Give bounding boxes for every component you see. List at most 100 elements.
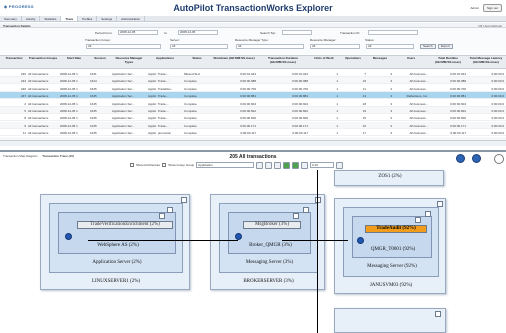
- table-cell: 0:00:00.0: [491, 116, 504, 121]
- table-cell: 8: [24, 116, 26, 121]
- server-partial[interactable]: [334, 308, 446, 333]
- refresh-icon[interactable]: [456, 154, 465, 163]
- status-label: Status:: [365, 38, 375, 42]
- show-architecture-checkbox[interactable]: [130, 163, 134, 167]
- table-cell: 1641: [90, 72, 97, 76]
- zoom-select[interactable]: 0.10: [310, 162, 335, 168]
- table-cell: 3: [390, 101, 392, 106]
- settings-icon[interactable]: [472, 154, 481, 163]
- col-duration[interactable]: Transaction Duration (HH:MM:SS.msec): [258, 56, 308, 64]
- col-users[interactable]: Users: [394, 56, 428, 61]
- table-cell: 0:00:00.604: [450, 101, 466, 106]
- table-cell: 1645: [90, 131, 97, 136]
- save-icon[interactable]: [274, 161, 282, 169]
- connector-line: [317, 170, 318, 333]
- rm-type-select[interactable]: All: [236, 44, 304, 49]
- expand-box[interactable]: [435, 311, 441, 317]
- home-icon[interactable]: [256, 161, 264, 169]
- export-button[interactable]: Export: [438, 44, 453, 49]
- nav-administration[interactable]: Administration: [117, 16, 146, 21]
- expand-box[interactable]: [181, 197, 187, 203]
- nav-activity[interactable]: Activity: [22, 16, 41, 21]
- expand-box[interactable]: [167, 207, 173, 213]
- zoom-icon[interactable]: [494, 154, 504, 164]
- expand-box[interactable]: [415, 217, 421, 223]
- nav-trace[interactable]: Trace: [61, 16, 79, 21]
- search-button[interactable]: Search: [420, 44, 436, 49]
- forward-icon[interactable]: [292, 161, 300, 169]
- col-shutdown[interactable]: Shutdown (HH:MM:SS.msec): [212, 56, 256, 61]
- col-groups[interactable]: Transaction Groups: [28, 56, 58, 61]
- table-cell: All business...: [409, 123, 428, 128]
- table-cell: 1: [336, 116, 338, 121]
- table-row[interactable]: 247 All transactions 2008-12-05 1 1645 Appli…: [0, 92, 506, 100]
- chip-msgbroker[interactable]: MsgBroker (3%): [243, 221, 301, 229]
- server-janus[interactable]: TradeAudit (92%) QMGR_T0001 (92%) Messag…: [334, 198, 446, 294]
- show-group-checkbox[interactable]: [162, 163, 167, 167]
- table-cell: 11: [362, 86, 366, 91]
- app-server-janus[interactable]: TradeAudit (92%) QMGR_T0001 (92%) Messag…: [343, 207, 439, 277]
- table-cell: Applic. Trade-...: [148, 116, 170, 121]
- expand-box[interactable]: [303, 207, 309, 213]
- nav-profiles[interactable]: Profiles: [78, 16, 98, 21]
- table-pager[interactable]: [0, 140, 506, 146]
- link-icon[interactable]: [301, 161, 309, 169]
- table-row[interactable]: 5 All transactions 2008-12-05 1 1645 Applica…: [0, 107, 506, 114]
- expand-box[interactable]: [293, 213, 299, 219]
- col-rm-types[interactable]: Resource Manager Types: [112, 56, 146, 64]
- col-operations[interactable]: Operations: [340, 56, 366, 61]
- expand-box[interactable]: [437, 201, 443, 207]
- layout-icon[interactable]: [265, 161, 273, 169]
- search-top-input[interactable]: [282, 30, 312, 35]
- col-applications[interactable]: Applications: [148, 56, 182, 61]
- group-select[interactable]: All: [86, 44, 161, 49]
- server-select[interactable]: All: [170, 44, 228, 49]
- transaction-id-input[interactable]: [368, 30, 418, 35]
- server-linux1[interactable]: TradeVerificationEnrichment (2%) WebSphe…: [40, 194, 190, 290]
- rm-select[interactable]: All: [310, 44, 360, 49]
- group-by-select[interactable]: Application: [196, 162, 255, 168]
- status-select[interactable]: All: [366, 44, 414, 49]
- col-transaction[interactable]: Transaction: [2, 56, 26, 61]
- table-cell: Complete: [184, 86, 197, 91]
- col-units[interactable]: Units of Work: [310, 56, 338, 61]
- expand-box[interactable]: [159, 213, 165, 219]
- col-messages[interactable]: Messages: [368, 56, 392, 61]
- table-row[interactable]: 2 All transactions 2008-12-05 1 1645 Applica…: [0, 100, 506, 107]
- app-server-broker[interactable]: MsgBroker (3%) Broker_QMGR (3%) Messagin…: [219, 203, 318, 273]
- nav-summary[interactable]: Summary: [0, 16, 22, 21]
- app-node-icon[interactable]: [235, 233, 242, 240]
- table-row[interactable]: 243 All transactions 2008-12-05 1 1644 Appli…: [0, 77, 506, 85]
- app-node-icon[interactable]: [357, 237, 364, 244]
- nav-statistics[interactable]: Statistics: [40, 16, 62, 21]
- period-from-input[interactable]: 2008-12-05: [118, 30, 158, 35]
- app-node-icon[interactable]: [65, 233, 72, 240]
- table-cell: 1: [336, 109, 338, 113]
- table-row[interactable]: 246 All transactions 2008-12-05 1 1645 Appli…: [0, 85, 506, 92]
- signout-button[interactable]: Sign out: [482, 4, 502, 12]
- table-row[interactable]: 240 All transactions 2008-12-05 1 1641 Appli…: [0, 70, 506, 77]
- expand-box[interactable]: [425, 211, 431, 217]
- table-row[interactable]: 9 All transactions 2008-12-05 1 1645 Applica…: [0, 121, 506, 129]
- chip-trade-verification[interactable]: TradeVerificationEnrichment (2%): [77, 221, 173, 229]
- chip-trade-audit[interactable]: TradeAudit (92%): [365, 225, 427, 233]
- transaction-map-canvas[interactable]: ZOS1 (2%) TradeVerificationEnrichment (2…: [0, 170, 506, 333]
- col-total-runtime[interactable]: Total Runtime (HH:MM:SS.msec): [430, 56, 466, 64]
- server-broker[interactable]: MsgBroker (3%) Broker_QMGR (3%) Messagin…: [210, 194, 325, 290]
- period-to-input[interactable]: 2008-12-05: [178, 30, 218, 35]
- col-start-date[interactable]: Start Date: [60, 56, 88, 61]
- nav-settings[interactable]: Settings: [97, 16, 118, 21]
- play-icon[interactable]: [283, 161, 291, 169]
- fit-icon[interactable]: [336, 161, 344, 169]
- col-status[interactable]: Status: [184, 56, 210, 61]
- table-cell: 17: [362, 131, 366, 136]
- col-session[interactable]: Session: [90, 56, 110, 61]
- table-row[interactable]: 8 All transactions 2008-12-05 1 1645 Applica…: [0, 114, 506, 122]
- table-cell: 3: [390, 94, 392, 99]
- table-row[interactable]: 11 All transactions 2008-12-05 1 1645 Applic…: [0, 129, 506, 137]
- expand-box[interactable]: [315, 197, 321, 203]
- server-zos1[interactable]: ZOS1 (2%): [334, 170, 444, 186]
- auto-refresh-toggle[interactable]: Off | Auto Refresh: [478, 24, 502, 28]
- table-cell: All transactions: [28, 109, 49, 113]
- col-latency[interactable]: Total Message Latency (HH:MM:SS.msec): [468, 56, 504, 64]
